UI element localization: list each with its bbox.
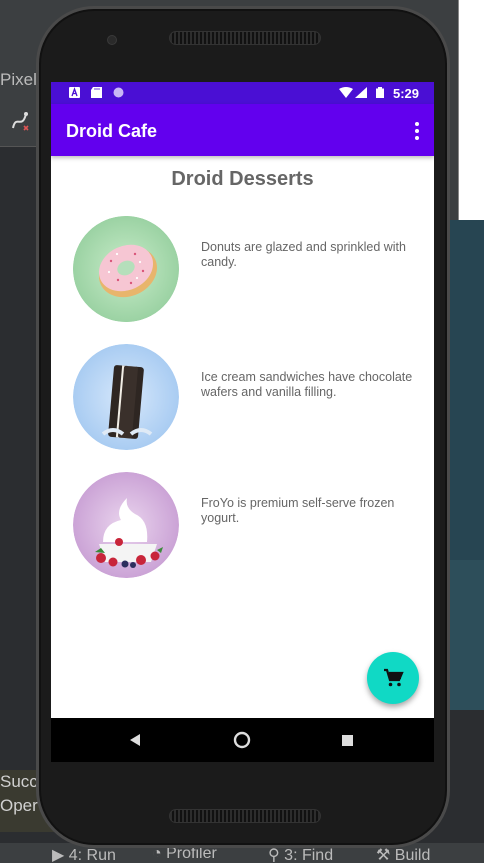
more-vert-icon[interactable] bbox=[414, 122, 420, 140]
bottom-speaker bbox=[169, 809, 321, 823]
donut-image[interactable] bbox=[73, 216, 179, 322]
status-bar: 5:29 bbox=[51, 82, 434, 104]
app-bar: Droid Cafe bbox=[51, 104, 434, 156]
battery-icon bbox=[376, 87, 384, 98]
ide-device-label[interactable]: Pixel bbox=[0, 70, 37, 90]
notification-a-icon bbox=[69, 87, 80, 98]
app-title: Droid Cafe bbox=[66, 121, 158, 141]
dessert-description: FroYo is premium self-serve frozen yogur… bbox=[201, 496, 395, 525]
dessert-item-ice-cream-sandwich: Ice cream sandwiches have chocolate wafe… bbox=[51, 344, 434, 452]
shopping-cart-icon bbox=[384, 668, 404, 687]
phone-screen: 5:29 Droid Cafe Droid Desserts Donuts ar… bbox=[51, 82, 434, 762]
back-icon[interactable] bbox=[129, 734, 141, 746]
build-tab-label: Build bbox=[394, 847, 431, 863]
route-icon[interactable] bbox=[10, 110, 32, 137]
dessert-item-froyo: FroYo is premium self-serve frozen yogur… bbox=[51, 472, 434, 580]
page-title: Droid Desserts bbox=[171, 168, 314, 190]
sync-circle-icon bbox=[113, 87, 124, 98]
cell-signal-icon bbox=[355, 87, 367, 98]
wifi-icon bbox=[339, 87, 353, 98]
find-tab-label: 3: Find bbox=[284, 847, 334, 863]
home-icon[interactable] bbox=[233, 731, 251, 749]
dessert-description: Donuts are glazed and sprinkled with can… bbox=[201, 240, 406, 269]
ide-layout-preview bbox=[448, 220, 484, 560]
dessert-description: Ice cream sandwiches have chocolate wafe… bbox=[201, 370, 413, 399]
front-camera bbox=[107, 35, 117, 45]
sd-card-icon bbox=[91, 87, 102, 98]
system-nav-bar bbox=[51, 718, 434, 762]
shopping-cart-button[interactable] bbox=[367, 652, 419, 704]
ice-cream-sandwich-image[interactable] bbox=[73, 344, 179, 450]
froyo-image[interactable] bbox=[73, 472, 179, 578]
ide-layout-preview-lower bbox=[448, 560, 484, 710]
recents-icon[interactable] bbox=[342, 735, 353, 746]
clock: 5:29 bbox=[392, 86, 419, 101]
run-tab-label: 4: Run bbox=[68, 847, 116, 863]
top-speaker bbox=[169, 31, 321, 45]
dessert-item-donut: Donuts are glazed and sprinkled with can… bbox=[51, 216, 434, 324]
